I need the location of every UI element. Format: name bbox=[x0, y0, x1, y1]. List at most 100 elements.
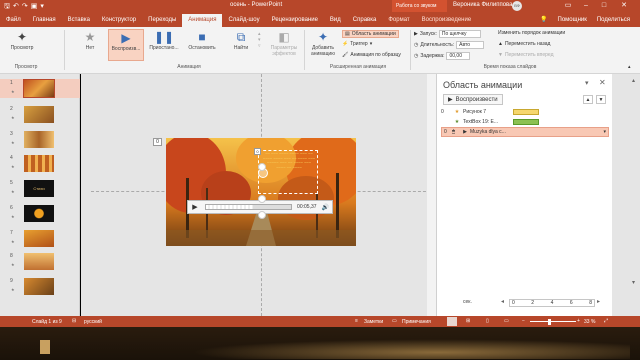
gallery-scroll[interactable]: ▴ ▾ ▿ bbox=[258, 31, 261, 49]
slide-thumbnail-3[interactable]: 3 ★ bbox=[10, 131, 76, 151]
effect-stop-button[interactable]: ■ Остановить bbox=[184, 29, 220, 61]
start-select[interactable]: По щелчку bbox=[438, 30, 481, 38]
add-animation-button[interactable]: ✦ Добавить анимацию bbox=[306, 29, 340, 61]
gallery-more-icon[interactable]: ▿ bbox=[258, 43, 261, 49]
slide-thumbnail-5[interactable]: 5 ★ Стихи bbox=[10, 180, 76, 200]
arrow-up-icon: ▲ bbox=[498, 41, 503, 47]
slide-thumbnail-9[interactable]: 9 ★ bbox=[10, 278, 76, 298]
close-icon[interactable]: ✕ bbox=[616, 0, 632, 12]
slide-canvas[interactable]: ~~ ~~~ ~~~~ ~~~~ ~~~ ~~ ~~~~ ~~~~ ~~~ ~~… bbox=[166, 138, 356, 246]
pane-options-icon[interactable]: ▾ bbox=[585, 79, 589, 87]
effect-seek-label: Найти bbox=[233, 45, 249, 51]
tab-view[interactable]: Вид bbox=[324, 14, 347, 27]
redo-icon[interactable]: ↷ bbox=[22, 3, 28, 10]
animation-painter-button[interactable]: 🖌 Анимация по образцу bbox=[342, 52, 401, 58]
progress-fill bbox=[206, 205, 253, 209]
slide-thumbnail-8[interactable]: 8 ★ bbox=[10, 253, 76, 273]
effect-none-button[interactable]: ★ Нет bbox=[74, 29, 106, 61]
tab-transitions[interactable]: Переходы bbox=[142, 14, 182, 27]
effect-pause-button[interactable]: ❚❚ Приостано... bbox=[146, 29, 182, 61]
animation-marker[interactable]: 0 bbox=[153, 138, 162, 146]
scroll-down-icon[interactable]: ▾ bbox=[632, 279, 635, 286]
play-icon: ▶ bbox=[448, 97, 453, 103]
user-name[interactable]: Вероника Филиппова bbox=[453, 2, 513, 8]
scroll-up-icon[interactable]: ▴ bbox=[632, 77, 635, 84]
zoom-slider-thumb[interactable] bbox=[548, 319, 551, 325]
chevron-down-icon[interactable]: ▾ bbox=[603, 129, 608, 135]
move-later-button[interactable]: ▼ Переместить вперед bbox=[498, 52, 554, 58]
progress-track[interactable] bbox=[205, 204, 293, 210]
effect-options-button[interactable]: ◧ Параметры эффектов bbox=[266, 29, 302, 61]
comments-button[interactable]: Примечания bbox=[402, 319, 431, 325]
slide-thumbnail-7[interactable]: 7 ★ bbox=[10, 230, 76, 250]
fit-slide-icon[interactable]: ⤢ bbox=[604, 318, 608, 324]
timeline-scroll-left[interactable]: ◂ bbox=[501, 298, 504, 305]
minimize-icon[interactable]: – bbox=[578, 0, 594, 12]
close-pane-icon[interactable]: ✕ bbox=[599, 78, 606, 87]
tab-format[interactable]: Формат bbox=[382, 14, 415, 27]
play-all-button[interactable]: ▶ Воспроизвести bbox=[443, 94, 503, 105]
tab-design[interactable]: Конструктор bbox=[96, 14, 142, 27]
collapse-ribbon-icon[interactable]: ▴ bbox=[628, 64, 631, 70]
resize-handle[interactable] bbox=[258, 195, 266, 203]
normal-view-icon[interactable] bbox=[447, 317, 457, 326]
move-earlier-button[interactable]: ▲ Переместить назад bbox=[498, 41, 550, 47]
desktop-file-icon[interactable] bbox=[40, 340, 50, 354]
slide-thumbnail-6[interactable]: 6 ★ bbox=[10, 205, 76, 225]
share-button[interactable]: Поделиться bbox=[597, 14, 630, 27]
duration-input[interactable]: Авто bbox=[456, 41, 485, 49]
move-down-button[interactable]: ▼ bbox=[596, 95, 606, 104]
customize-qat-icon[interactable]: ▾ bbox=[40, 3, 44, 10]
zoom-level[interactable]: 33 % bbox=[584, 319, 595, 325]
resize-handle[interactable] bbox=[258, 163, 266, 171]
timeline-scroll-right[interactable]: ▸ bbox=[597, 298, 600, 305]
tab-slideshow[interactable]: Слайд-шоу bbox=[222, 14, 265, 27]
vertical-scrollbar[interactable] bbox=[427, 74, 436, 316]
slide-thumbnail-2[interactable]: 2 ★ bbox=[10, 106, 76, 126]
tab-home[interactable]: Главная bbox=[27, 14, 62, 27]
present-icon[interactable]: ▣ bbox=[31, 3, 38, 10]
zoom-in-icon[interactable]: + bbox=[577, 318, 580, 324]
ribbon-display-icon[interactable]: ▭ bbox=[560, 0, 576, 12]
zoom-out-icon[interactable]: − bbox=[522, 318, 525, 324]
tab-playback[interactable]: Воспроизведение bbox=[416, 14, 478, 27]
tell-me-button[interactable]: Помощник bbox=[558, 14, 587, 27]
tab-file[interactable]: Файл bbox=[0, 14, 27, 27]
undo-icon[interactable]: ↶ bbox=[13, 3, 19, 10]
maximize-icon[interactable]: □ bbox=[596, 0, 612, 12]
slideshow-icon[interactable]: ▭ bbox=[504, 318, 509, 324]
timeline-ruler[interactable]: 0 2 4 6 8 bbox=[509, 299, 595, 307]
animation-pane-button[interactable]: ▤ Область анимации bbox=[342, 30, 399, 38]
tab-insert[interactable]: Вставка bbox=[62, 14, 96, 27]
play-button[interactable]: ▶ bbox=[188, 203, 202, 211]
timeline-bar[interactable] bbox=[513, 109, 539, 115]
star-icon: ★ bbox=[11, 164, 15, 169]
timeline-bar[interactable] bbox=[513, 119, 539, 125]
tab-review[interactable]: Рецензирование bbox=[266, 14, 324, 27]
effect-seek-button[interactable]: ⧉ Найти bbox=[224, 29, 258, 61]
spellcheck-icon[interactable]: ⊟ bbox=[72, 318, 76, 324]
tab-help[interactable]: Справка bbox=[347, 14, 383, 27]
trigger-button[interactable]: ⚡ Триггер ▾ bbox=[342, 41, 372, 47]
zoom-slider[interactable] bbox=[530, 321, 576, 322]
slide-sorter-icon[interactable]: ⊞ bbox=[466, 318, 470, 324]
slide-thumbnail-4[interactable]: 4 ★ bbox=[10, 155, 76, 175]
animation-item[interactable]: ★ TextBox 19: E... bbox=[437, 117, 613, 127]
volume-icon[interactable]: 🔊 bbox=[319, 204, 332, 211]
delay-control: ◷ Задержка: 00,00 bbox=[414, 52, 471, 60]
slide-thumbnail-1[interactable]: 1 ★ bbox=[10, 79, 76, 100]
resize-handle[interactable] bbox=[258, 211, 266, 219]
delay-input[interactable]: 00,00 bbox=[446, 52, 471, 60]
save-icon[interactable]: 🖫 bbox=[4, 3, 10, 10]
avatar[interactable]: ВФ bbox=[512, 1, 522, 11]
animation-item[interactable]: 0 ★ Рисунок 7 bbox=[437, 107, 613, 117]
animation-item-selected[interactable]: 0 🖱 ▶ Muzyka dlya c... ▾ bbox=[441, 127, 609, 137]
notes-button[interactable]: Заметки bbox=[364, 319, 383, 325]
tab-animations[interactable]: Анимация bbox=[182, 14, 223, 27]
animation-marker[interactable]: 0 bbox=[254, 148, 261, 155]
effect-play-button[interactable]: ▶ Воспроизв... bbox=[108, 29, 144, 61]
language-indicator[interactable]: русский bbox=[84, 319, 102, 325]
reading-view-icon[interactable]: ▯ bbox=[486, 318, 489, 324]
move-up-button[interactable]: ▲ bbox=[583, 95, 593, 104]
preview-button[interactable]: ✦ Просмотр bbox=[6, 29, 38, 61]
